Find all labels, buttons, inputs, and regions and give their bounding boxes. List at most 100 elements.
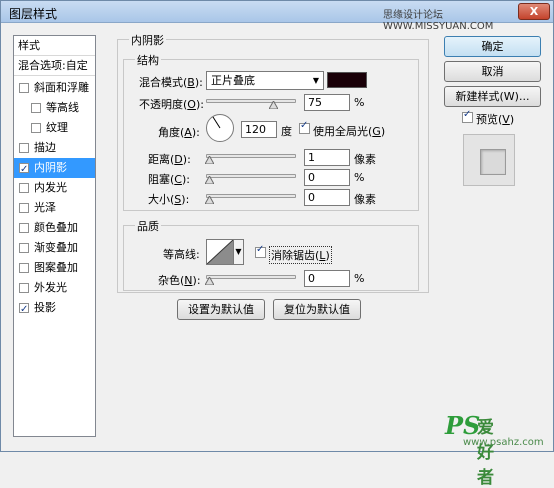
contour-checkbox[interactable]: [31, 103, 41, 113]
list-item-label: 图案叠加: [34, 261, 78, 274]
pattern-overlay-checkbox[interactable]: [19, 263, 29, 273]
size-unit: 像素: [354, 193, 376, 206]
list-item-drop-shadow[interactable]: 投影: [14, 298, 95, 320]
gradient-overlay-checkbox[interactable]: [19, 243, 29, 253]
list-item-contour[interactable]: 等高线: [14, 98, 95, 118]
noise-slider-track[interactable]: [206, 275, 296, 279]
preview-checkbox[interactable]: [462, 109, 473, 123]
list-item-label: 渐变叠加: [34, 241, 78, 254]
inner-shadow-title: 内阴影: [129, 32, 166, 48]
list-item-label: 等高线: [46, 101, 79, 114]
satin-checkbox[interactable]: [19, 203, 29, 213]
list-item-outer-glow[interactable]: 外发光: [14, 278, 95, 298]
distance-label: 距离(D):: [148, 153, 191, 166]
list-item-label: 外发光: [34, 281, 67, 294]
noise-slider-thumb[interactable]: [205, 277, 214, 285]
antialias-checkbox[interactable]: [255, 244, 266, 258]
list-item-satin[interactable]: 光泽: [14, 198, 95, 218]
blend-mode-select[interactable]: 正片叠底 ▼: [206, 71, 324, 90]
bevel-emboss-checkbox[interactable]: [19, 83, 29, 93]
noise-unit: %: [354, 272, 365, 285]
angle-label: 角度(A):: [158, 126, 200, 139]
inner-glow-checkbox[interactable]: [19, 183, 29, 193]
choke-input[interactable]: 0: [304, 169, 350, 186]
noise-input[interactable]: 0: [304, 270, 350, 287]
list-item-texture[interactable]: 纹理: [14, 118, 95, 138]
size-slider-thumb[interactable]: [205, 196, 214, 204]
list-item-pattern-overlay[interactable]: 图案叠加: [14, 258, 95, 278]
choke-label: 阻塞(C):: [148, 173, 190, 186]
list-item-inner-glow[interactable]: 内发光: [14, 178, 95, 198]
antialias-label: 消除锯齿(L): [269, 246, 332, 264]
angle-dial[interactable]: [206, 114, 234, 142]
list-item-label: 斜面和浮雕: [34, 81, 89, 94]
distance-input[interactable]: 1: [304, 149, 350, 166]
title-bar[interactable]: 图层样式 思缘设计论坛 WWW.MISSYUAN.COM X: [1, 1, 553, 32]
styles-list: 样式 混合选项:自定 斜面和浮雕 等高线 纹理 描边 内阴影 内发光 光泽: [13, 35, 96, 437]
stroke-checkbox[interactable]: [19, 143, 29, 153]
chevron-down-icon: ▼: [235, 247, 242, 256]
global-light-label: 使用全局光(G): [313, 125, 386, 138]
list-item-label: 混合选项:自定: [18, 59, 88, 72]
contour-preview[interactable]: [206, 239, 234, 265]
angle-input[interactable]: 120: [241, 121, 277, 138]
opacity-input[interactable]: 75: [304, 94, 350, 111]
list-item-label: 光泽: [34, 201, 56, 214]
opacity-unit: %: [354, 96, 365, 109]
layer-style-dialog: 图层样式 思缘设计论坛 WWW.MISSYUAN.COM X 样式 混合选项:自…: [0, 0, 554, 488]
texture-checkbox[interactable]: [31, 123, 41, 133]
distance-slider-thumb[interactable]: [205, 156, 214, 164]
set-default-button[interactable]: 设置为默认值: [177, 299, 265, 320]
size-input[interactable]: 0: [304, 189, 350, 206]
reset-default-button[interactable]: 复位为默认值: [273, 299, 361, 320]
list-item-bevel-emboss[interactable]: 斜面和浮雕: [14, 78, 95, 98]
shadow-color-swatch[interactable]: [327, 72, 367, 88]
chevron-down-icon: ▼: [312, 76, 319, 85]
opacity-label: 不透明度(O):: [139, 98, 204, 111]
distance-slider-track[interactable]: [206, 154, 296, 158]
drop-shadow-checkbox[interactable]: [19, 300, 29, 320]
opacity-slider-thumb[interactable]: [269, 101, 278, 109]
structure-title: 结构: [135, 52, 161, 68]
ok-button[interactable]: 确定: [444, 36, 541, 57]
choke-unit: %: [354, 171, 365, 184]
size-slider-track[interactable]: [206, 194, 296, 198]
choke-slider-track[interactable]: [206, 174, 296, 178]
list-item-label: 内发光: [34, 181, 67, 194]
dialog-title: 图层样式: [9, 7, 58, 21]
quality-title: 品质: [135, 218, 161, 234]
list-item-styles[interactable]: 样式: [14, 36, 95, 56]
watermark-ps: PS: [445, 411, 481, 440]
style-preview-thumbnail: [480, 149, 506, 175]
contour-dropdown-button[interactable]: ▼: [234, 239, 244, 265]
global-light-checkbox[interactable]: [299, 120, 310, 134]
blend-mode-label: 混合模式(B):: [139, 76, 203, 89]
preview-label: 预览(V): [476, 113, 515, 126]
inner-shadow-checkbox[interactable]: [19, 160, 29, 180]
list-item-color-overlay[interactable]: 颜色叠加: [14, 218, 95, 238]
style-preview-box: [463, 134, 515, 186]
watermark-url: www.psahz.com: [463, 437, 544, 448]
cancel-button[interactable]: 取消: [444, 61, 541, 82]
list-item-blending-options[interactable]: 混合选项:自定: [14, 56, 95, 76]
list-item-label: 投影: [34, 301, 56, 314]
list-item-inner-shadow[interactable]: 内阴影: [14, 158, 95, 180]
list-item-label: 样式: [18, 39, 40, 52]
list-item-stroke[interactable]: 描边: [14, 138, 95, 158]
size-label: 大小(S):: [148, 193, 190, 206]
choke-slider-thumb[interactable]: [205, 176, 214, 184]
angle-unit: 度: [281, 125, 292, 138]
close-button[interactable]: X: [518, 3, 550, 20]
blend-mode-value: 正片叠底: [211, 74, 255, 87]
list-item-label: 颜色叠加: [34, 221, 78, 234]
contour-label: 等高线:: [163, 248, 200, 261]
opacity-slider-track[interactable]: [206, 99, 296, 103]
noise-label: 杂色(N):: [158, 274, 201, 287]
color-overlay-checkbox[interactable]: [19, 223, 29, 233]
list-item-label: 内阴影: [34, 161, 67, 174]
list-item-gradient-overlay[interactable]: 渐变叠加: [14, 238, 95, 258]
distance-unit: 像素: [354, 153, 376, 166]
new-style-button[interactable]: 新建样式(W)...: [444, 86, 541, 107]
watermark-cn: 爱好者: [477, 418, 494, 488]
outer-glow-checkbox[interactable]: [19, 283, 29, 293]
